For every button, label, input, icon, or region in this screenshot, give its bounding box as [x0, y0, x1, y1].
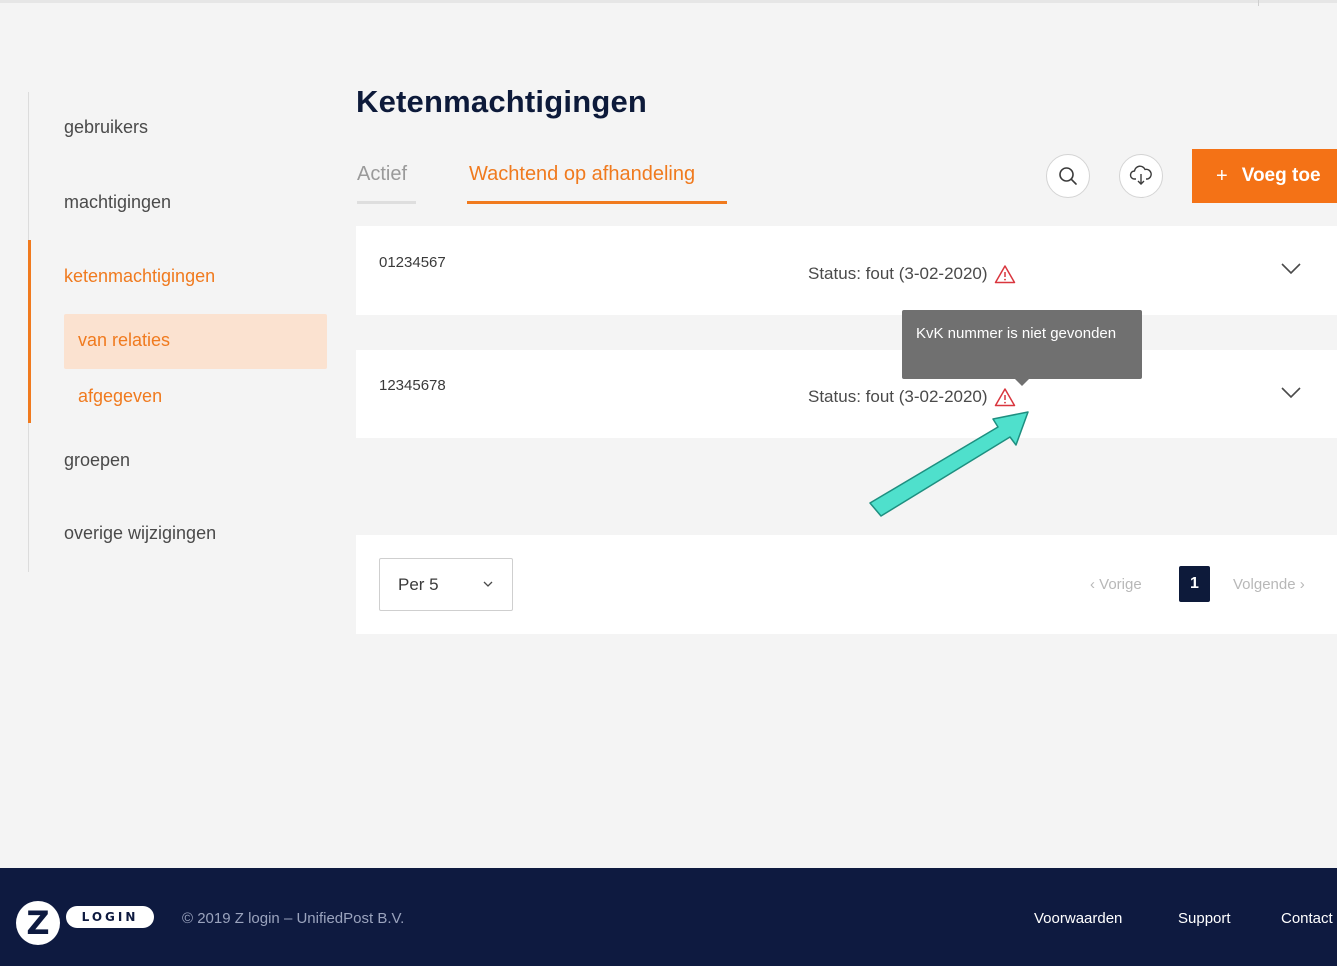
tab-actief[interactable]: Actief — [357, 163, 407, 186]
logo-mark: Z — [16, 901, 60, 945]
add-button[interactable]: + Voeg toe — [1192, 149, 1337, 203]
logo-wordmark: LOGIN — [66, 906, 154, 928]
search-button[interactable] — [1046, 154, 1090, 198]
pagination-page-current[interactable]: 1 — [1179, 566, 1210, 602]
footer-link-voorwaarden[interactable]: Voorwaarden — [1034, 910, 1122, 927]
row-status: Status: fout (3-02-2020) — [808, 264, 1016, 284]
chevron-down-icon — [483, 581, 493, 587]
row-id: 12345678 — [379, 377, 446, 394]
sidebar-item-overige-wijzigingen[interactable]: overige wijzigingen — [64, 523, 216, 544]
copyright: © 2019 Z login – UnifiedPost B.V. — [182, 910, 405, 927]
footer: Z LOGIN © 2019 Z login – UnifiedPost B.V… — [0, 868, 1337, 966]
tab-actief-underline — [357, 201, 416, 204]
list-item[interactable]: 01234567 Status: fout (3-02-2020) — [356, 226, 1337, 315]
tooltip-arrow — [1015, 379, 1029, 386]
page-title: Ketenmachtigingen — [356, 84, 648, 119]
row-status-text: Status: fout (3-02-2020) — [808, 264, 988, 283]
error-tooltip: KvK nummer is niet gevonden — [902, 310, 1142, 379]
plus-icon: + — [1216, 164, 1228, 187]
add-button-label: Voeg toe — [1241, 165, 1321, 186]
chevron-down-icon[interactable] — [1280, 262, 1302, 276]
list-item[interactable]: 12345678 Status: fout (3-02-2020) — [356, 350, 1337, 438]
sidebar-active-indicator — [28, 240, 31, 423]
chevron-down-icon[interactable] — [1280, 386, 1302, 400]
sidebar-item-ketenmachtigingen[interactable]: ketenmachtigingen — [64, 266, 215, 287]
pagination-next[interactable]: Volgende › — [1233, 576, 1305, 593]
per-page-value: Per 5 — [398, 574, 439, 594]
per-page-select[interactable]: Per 5 — [379, 558, 513, 611]
download-button[interactable] — [1119, 154, 1163, 198]
sidebar-item-groepen[interactable]: groepen — [64, 450, 130, 471]
cloud-download-icon — [1129, 165, 1152, 185]
row-id: 01234567 — [379, 254, 446, 271]
sidebar-subitem-van-relaties[interactable]: van relaties — [78, 330, 170, 351]
warning-icon[interactable] — [994, 264, 1016, 284]
footer-link-support[interactable]: Support — [1178, 910, 1231, 927]
sidebar-subitem-afgegeven[interactable]: afgegeven — [78, 386, 162, 407]
top-border — [0, 0, 1337, 3]
tab-wachtend-op-afhandeling[interactable]: Wachtend op afhandeling — [469, 163, 695, 186]
annotation-arrow-icon — [869, 411, 1029, 517]
sidebar-item-gebruikers[interactable]: gebruikers — [64, 117, 148, 138]
sidebar-item-machtigingen[interactable]: machtigingen — [64, 192, 171, 213]
pagination-bar: Per 5 ‹ Vorige 1 Volgende › — [356, 535, 1337, 634]
search-icon — [1059, 167, 1077, 185]
tab-active-underline — [467, 201, 727, 204]
top-border-tick — [1258, 0, 1259, 6]
footer-link-contact[interactable]: Contact — [1281, 910, 1333, 927]
pagination-prev[interactable]: ‹ Vorige — [1090, 576, 1142, 593]
